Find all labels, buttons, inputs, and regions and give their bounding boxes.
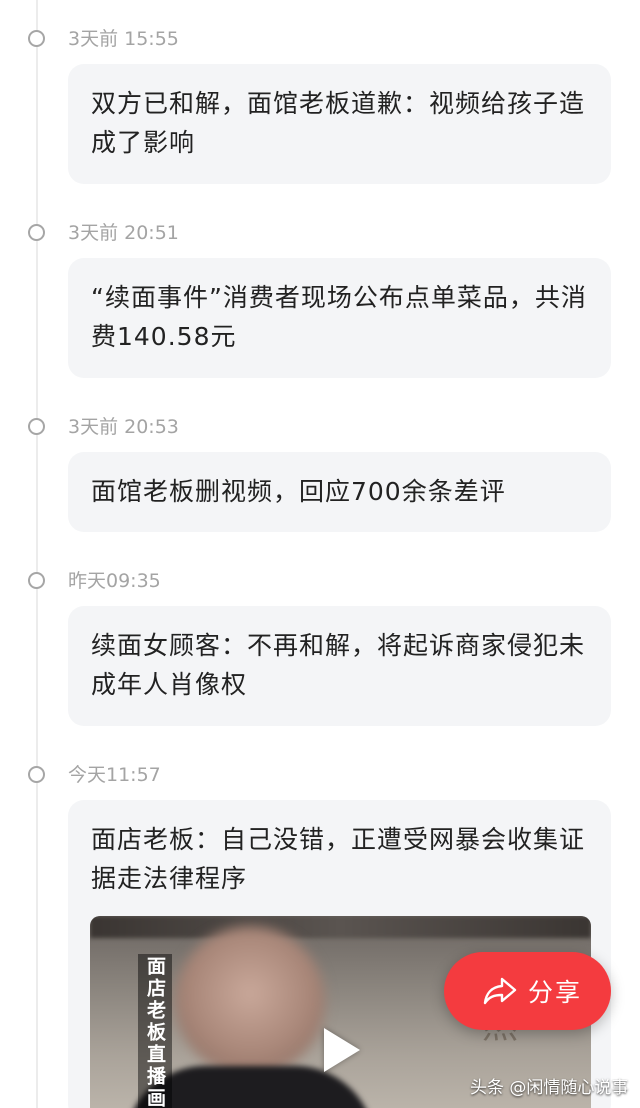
timeline-dot <box>28 224 45 241</box>
video-caption: 面店老板直播画 <box>138 954 172 1108</box>
timeline-dot <box>28 572 45 589</box>
blurred-face <box>175 926 325 1076</box>
timeline-dot <box>28 766 45 783</box>
timeline-dot <box>28 30 45 47</box>
news-card[interactable]: 面馆老板删视频，回应700余条差评 <box>68 452 611 532</box>
timestamp: 3天前 15:55 <box>68 28 179 50</box>
timeline-dot <box>28 418 45 435</box>
news-title: 面馆老板删视频，回应700余条差评 <box>91 477 506 506</box>
timestamp: 3天前 20:53 <box>68 416 179 438</box>
timeline-page: 3天前 15:55 双方已和解，面馆老板道歉：视频给孩子造成了影响 3天前 20… <box>0 0 640 1108</box>
news-title: 面店老板：自己没错，正遭受网暴会收集证据走法律程序 <box>91 825 586 893</box>
news-card[interactable]: 续面女顾客：不再和解，将起诉商家侵犯未成年人肖像权 <box>68 606 611 726</box>
share-label: 分享 <box>528 978 583 1007</box>
play-icon[interactable] <box>324 1028 360 1072</box>
watermark: 头条 @闲情随心说事 <box>470 1078 629 1098</box>
timeline-line <box>36 0 38 1108</box>
timestamp: 今天11:57 <box>68 764 161 786</box>
video-blur-strip <box>90 916 591 938</box>
news-title: 双方已和解，面馆老板道歉：视频给孩子造成了影响 <box>91 89 586 157</box>
news-title: “续面事件”消费者现场公布点单菜品，共消费140.58元 <box>91 283 587 351</box>
share-button[interactable]: 分享 <box>444 952 611 1030</box>
timestamp: 3天前 20:51 <box>68 222 179 244</box>
news-card[interactable]: 双方已和解，面馆老板道歉：视频给孩子造成了影响 <box>68 64 611 184</box>
news-card[interactable]: “续面事件”消费者现场公布点单菜品，共消费140.58元 <box>68 258 611 378</box>
news-title: 续面女顾客：不再和解，将起诉商家侵犯未成年人肖像权 <box>91 631 586 699</box>
timestamp: 昨天09:35 <box>68 570 161 592</box>
share-arrow-icon <box>483 977 517 1005</box>
